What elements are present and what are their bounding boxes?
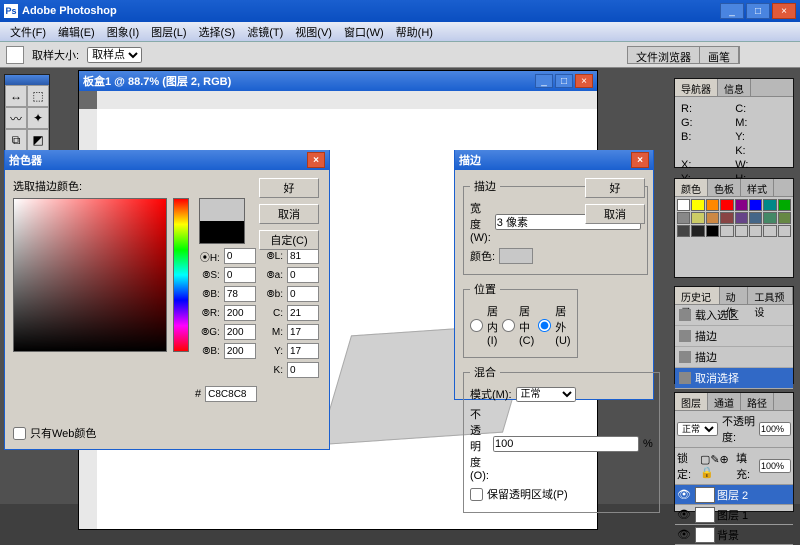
pos-inside-radio[interactable] [470, 319, 483, 332]
history-item[interactable]: 描边 [675, 326, 793, 347]
tab-actions[interactable]: 动作 [720, 287, 749, 304]
y-input[interactable] [287, 343, 319, 359]
current-tool-icon[interactable] [6, 46, 24, 64]
r-input[interactable] [224, 305, 256, 321]
colorpicker-ok-button[interactable]: 好 [259, 178, 319, 198]
l-input[interactable] [287, 248, 319, 264]
history-item[interactable]: 描边 [675, 347, 793, 368]
app-title: Adobe Photoshop [22, 5, 720, 17]
history-item[interactable]: 载入选区 [675, 305, 793, 326]
eye-icon[interactable]: 👁 [675, 488, 693, 501]
stroke-dialog: 描边× 描边 宽度(W): 颜色: 位置 居内(I) 居中(C) 居外(U) 混… [454, 150, 654, 400]
layer-fill-input[interactable] [759, 459, 791, 473]
layer-blend-select[interactable]: 正常 [677, 422, 718, 436]
tab-paths[interactable]: 路径 [741, 393, 774, 410]
sample-size-label: 取样大小: [32, 47, 79, 63]
minimize-button[interactable]: _ [720, 3, 744, 19]
menu-help[interactable]: 帮助(H) [390, 24, 439, 40]
stroke-opacity-input[interactable] [493, 436, 639, 452]
menu-file[interactable]: 文件(F) [4, 24, 52, 40]
h-input[interactable] [224, 248, 256, 264]
a-input[interactable] [287, 267, 319, 283]
tab-navigator[interactable]: 导航器 [675, 79, 718, 96]
layer-opacity-input[interactable] [759, 422, 791, 436]
g-input[interactable] [224, 324, 256, 340]
colorpicker-title: 拾色器 [9, 152, 307, 168]
colorpicker-cancel-button[interactable]: 取消 [259, 204, 319, 224]
menu-window[interactable]: 窗口(W) [338, 24, 390, 40]
maximize-button[interactable]: □ [746, 3, 770, 19]
wand-tool-icon[interactable]: ✦ [27, 107, 49, 129]
m-input[interactable] [287, 324, 319, 340]
close-button[interactable]: × [772, 3, 796, 19]
menubar: 文件(F) 编辑(E) 图象(I) 图层(L) 选择(S) 滤镜(T) 视图(V… [0, 22, 800, 42]
c-input[interactable] [287, 305, 319, 321]
hex-input[interactable] [205, 386, 257, 402]
tab-toolpresets[interactable]: 工具预设 [748, 287, 793, 304]
colorpicker-dialog: 拾色器× 选取描边颜色: ⦿H:⦾L: ⦾S:⦾a: ⦾B:⦾b: ⦾R:C: … [4, 150, 330, 450]
menu-filter[interactable]: 滤镜(T) [241, 24, 289, 40]
menu-select[interactable]: 选择(S) [193, 24, 242, 40]
history-item[interactable]: 取消选择 [675, 368, 793, 389]
tab-info[interactable]: 信息 [718, 79, 751, 96]
stroke-ok-button[interactable]: 好 [585, 178, 645, 198]
layer-row[interactable]: 👁图层 1 [675, 505, 793, 525]
colorpicker-custom-button[interactable]: 自定(C) [259, 230, 319, 250]
stroke-title: 描边 [459, 152, 631, 168]
b2-input[interactable] [287, 286, 319, 302]
toolbox: ↔⬚ 〰✦ ⧉◩ [4, 74, 50, 152]
layer-row[interactable]: 👁背景 [675, 525, 793, 545]
navigator-panel: 导航器信息 R:C: G:M: B:Y: K: X:W: Y:H: [674, 78, 794, 168]
tab-color[interactable]: 颜色 [675, 179, 708, 196]
s-input[interactable] [224, 267, 256, 283]
layer-row[interactable]: 👁图层 2 [675, 485, 793, 505]
crop-tool-icon[interactable]: ⧉ [5, 129, 27, 151]
doc-maximize-button[interactable]: □ [555, 74, 573, 88]
history-panel: 历史记录动作工具预设 载入选区 描边 描边 取消选择 [674, 286, 794, 384]
lasso-tool-icon[interactable]: 〰 [5, 107, 27, 129]
eye-icon[interactable]: 👁 [675, 528, 693, 541]
doc-minimize-button[interactable]: _ [535, 74, 553, 88]
color-field[interactable] [13, 198, 167, 352]
b-input[interactable] [224, 286, 256, 302]
bv-input[interactable] [224, 343, 256, 359]
swatch-grid [675, 197, 793, 239]
hue-slider[interactable] [173, 198, 189, 352]
web-only-checkbox[interactable] [13, 427, 26, 440]
tab-brushes[interactable]: 画笔 [700, 47, 739, 63]
tab-styles[interactable]: 样式 [741, 179, 774, 196]
tab-swatches[interactable]: 色板 [708, 179, 741, 196]
tab-layers[interactable]: 图层 [675, 393, 708, 410]
color-preview [199, 198, 245, 244]
app-icon: Ps [4, 4, 18, 18]
ruler-horizontal [97, 91, 597, 109]
tab-filebrowser[interactable]: 文件浏览器 [628, 47, 700, 63]
color-panel: 颜色色板样式 [674, 178, 794, 278]
stroke-color-swatch[interactable] [499, 248, 533, 264]
tab-history[interactable]: 历史记录 [675, 287, 720, 304]
eye-icon[interactable]: 👁 [675, 508, 693, 521]
move-tool-icon[interactable]: ↔ [5, 85, 27, 107]
menu-edit[interactable]: 编辑(E) [52, 24, 101, 40]
blend-mode-select[interactable]: 正常 [516, 387, 576, 402]
document-title: 板盒1 @ 88.7% (图层 2, RGB) [83, 73, 535, 89]
sample-size-select[interactable]: 取样点 [87, 47, 142, 63]
doc-close-button[interactable]: × [575, 74, 593, 88]
colorpicker-close-button[interactable]: × [307, 152, 325, 168]
preserve-transparency-checkbox[interactable] [470, 488, 483, 501]
k-input[interactable] [287, 362, 319, 378]
pos-center-radio[interactable] [502, 319, 515, 332]
menu-image[interactable]: 图象(I) [101, 24, 145, 40]
tab-channels[interactable]: 通道 [708, 393, 741, 410]
slice-tool-icon[interactable]: ◩ [27, 129, 49, 151]
marquee-tool-icon[interactable]: ⬚ [27, 85, 49, 107]
palette-well: 文件浏览器 画笔 [627, 46, 740, 64]
menu-view[interactable]: 视图(V) [289, 24, 338, 40]
stroke-close-button[interactable]: × [631, 152, 649, 168]
layers-panel: 图层通道路径 正常 不透明度: 锁定:▢✎⊕🔒 填充: 👁图层 2 👁图层 1 … [674, 392, 794, 512]
menu-layer[interactable]: 图层(L) [145, 24, 192, 40]
pos-outside-radio[interactable] [538, 319, 551, 332]
stroke-cancel-button[interactable]: 取消 [585, 204, 645, 224]
